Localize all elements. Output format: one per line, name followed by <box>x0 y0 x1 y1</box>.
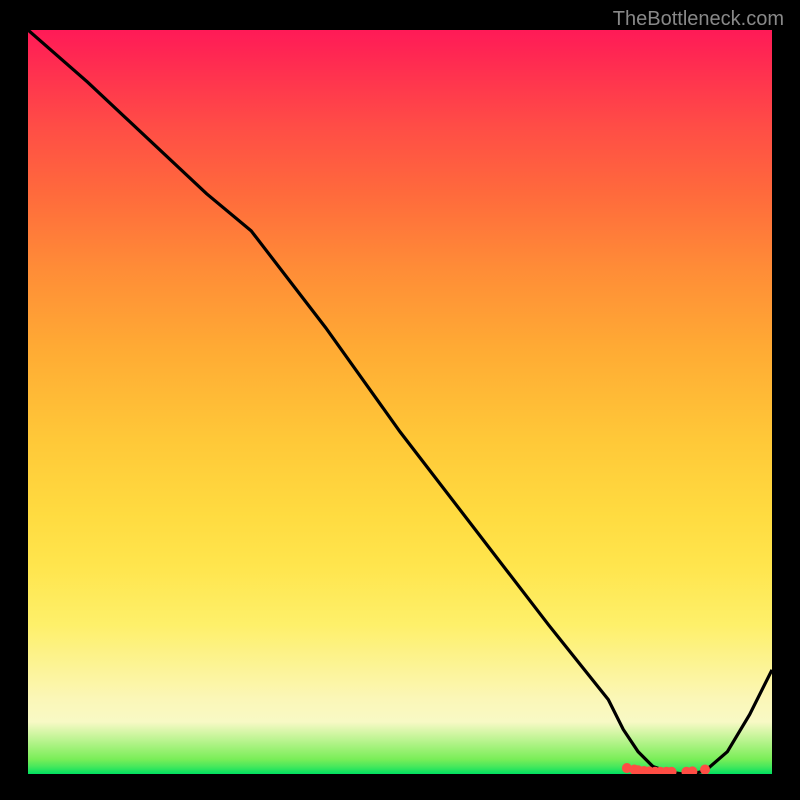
optimal-markers <box>622 763 710 774</box>
chart-overlay <box>28 30 772 774</box>
bottleneck-curve <box>28 30 772 774</box>
watermark-text: TheBottleneck.com <box>613 8 784 31</box>
